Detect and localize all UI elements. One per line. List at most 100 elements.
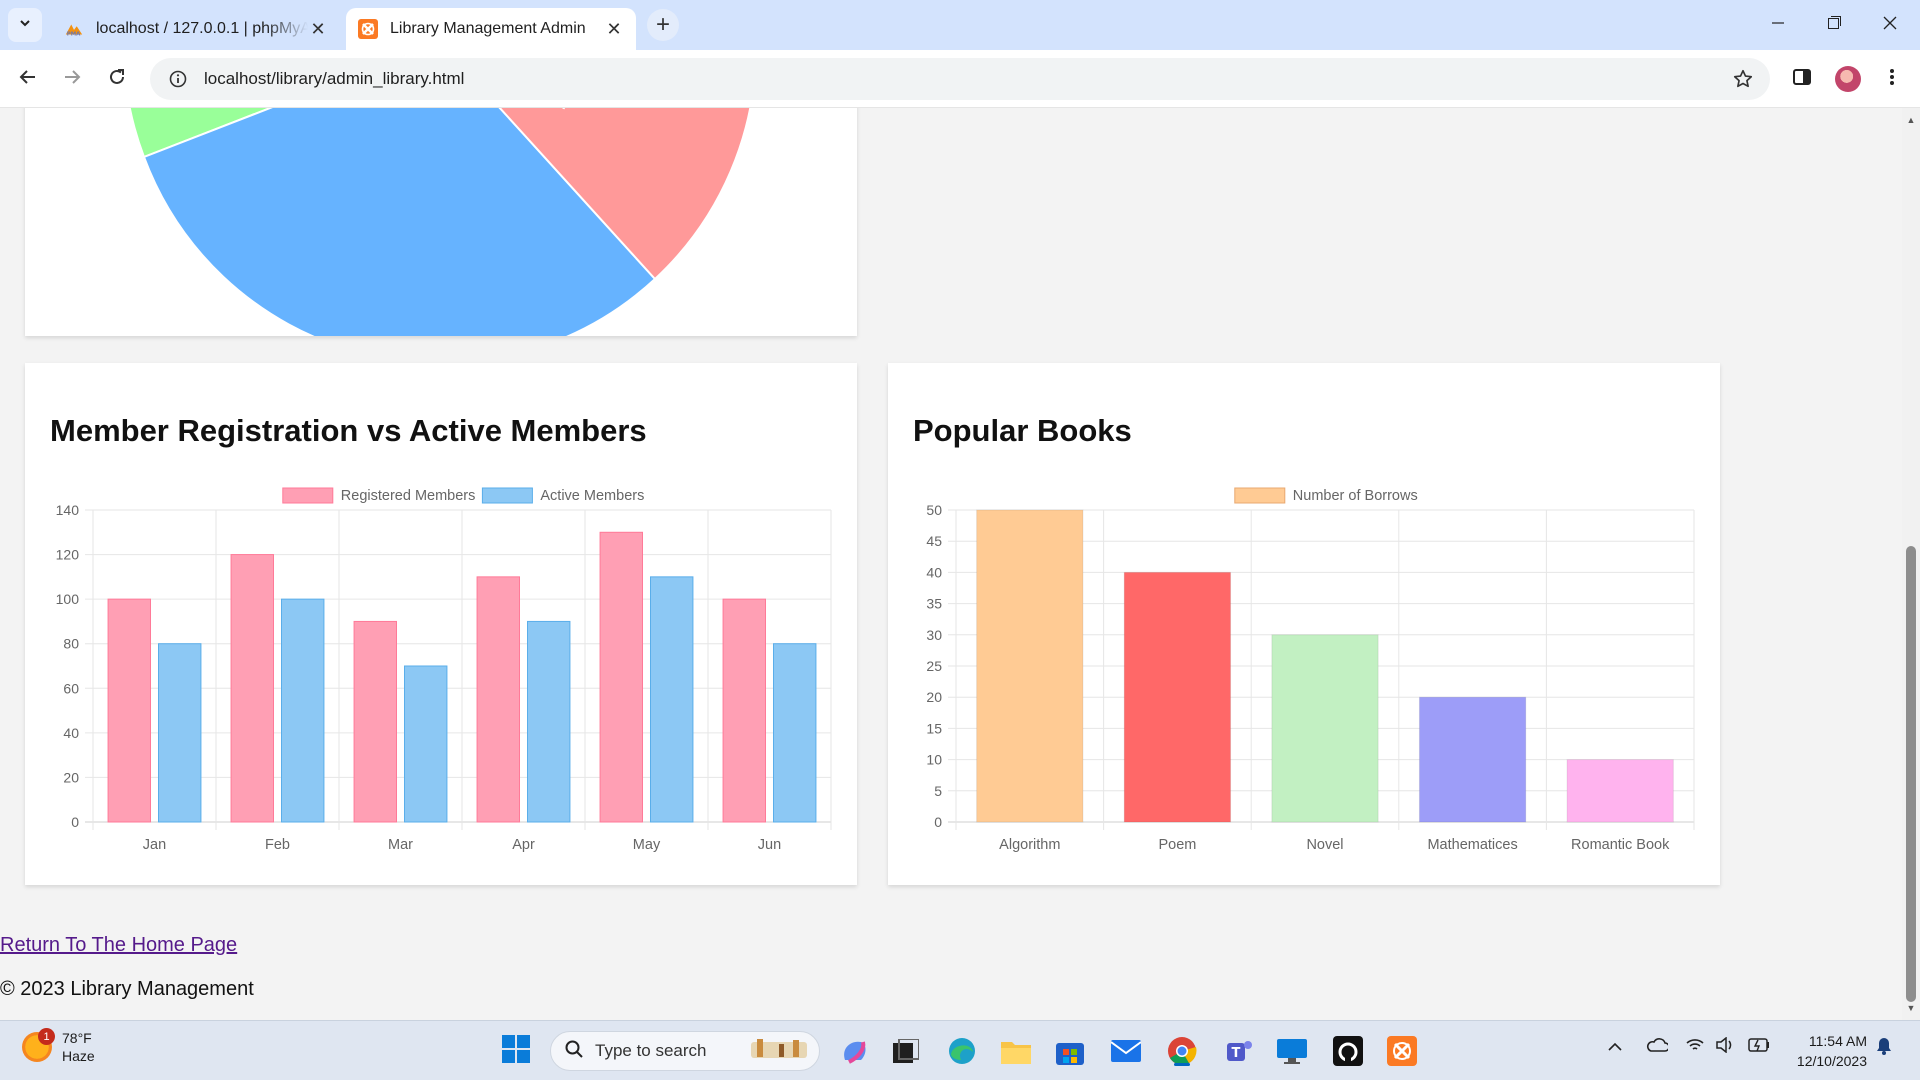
legend-swatch — [481, 487, 533, 504]
browser-menu-button[interactable] — [1874, 61, 1910, 97]
wifi-icon[interactable] — [1686, 1037, 1704, 1056]
microsoft-store-icon[interactable] — [1052, 1033, 1088, 1069]
show-hidden-icons-chevron-icon[interactable] — [1608, 1039, 1622, 1055]
avatar — [1835, 66, 1861, 92]
close-tab-icon[interactable]: ✕ — [604, 19, 624, 40]
edge-browser-icon[interactable] — [944, 1033, 980, 1069]
tab-phpmyadmin[interactable]: PMA localhost / 127.0.0.1 | phpMyAdmin ✕ — [52, 8, 340, 50]
books-chart-card: Popular Books Number of Borrows 0 5 10 15 20 2… — [888, 363, 1720, 885]
taskbar-search-box[interactable]: Type to search — [550, 1031, 820, 1071]
system-clock[interactable]: 11:54 AM 12/10/2023 — [1775, 1031, 1867, 1071]
new-tab-button[interactable]: + — [647, 9, 679, 41]
copilot-app-icon[interactable] — [836, 1033, 872, 1069]
restore-button[interactable] — [1806, 0, 1862, 50]
y-tick-label: 0 — [71, 814, 79, 830]
pie-chart-card — [25, 108, 857, 336]
onedrive-cloud-icon[interactable] — [1646, 1037, 1670, 1056]
bookmark-star-icon[interactable] — [1732, 68, 1754, 95]
legend-swatch — [1234, 487, 1286, 504]
back-button[interactable] — [10, 61, 46, 97]
notification-badge: 1 — [38, 1028, 55, 1045]
arrow-left-icon — [19, 68, 37, 91]
copyright-text: © 2023 Library Management — [0, 978, 254, 1000]
close-icon — [1883, 16, 1897, 35]
reload-button[interactable] — [99, 61, 135, 97]
profile-button[interactable] — [1830, 61, 1866, 97]
clock-time: 11:54 AM — [1808, 1033, 1867, 1049]
legend-swatch — [282, 487, 334, 504]
volume-icon[interactable] — [1716, 1036, 1734, 1056]
notification-bell-icon[interactable] — [1876, 1037, 1892, 1058]
x-tick-label: Mar — [388, 837, 413, 853]
minimize-button[interactable] — [1750, 0, 1806, 50]
plus-icon: + — [655, 11, 670, 38]
bar — [976, 509, 1084, 823]
home-page-link[interactable]: Return To The Home Page — [0, 934, 237, 957]
browser-toolbar: localhost/library/admin_library.html — [0, 50, 1920, 108]
github-desktop-icon[interactable] — [1330, 1033, 1366, 1069]
teams-icon[interactable]: T — [1220, 1033, 1256, 1069]
bar — [773, 643, 817, 823]
address-bar[interactable]: localhost/library/admin_library.html — [150, 58, 1770, 100]
search-icon — [565, 1040, 583, 1063]
x-tick-label: Algorithm — [999, 837, 1060, 853]
bar — [107, 598, 151, 823]
y-tick-label: 35 — [926, 596, 942, 612]
mail-icon[interactable] — [1108, 1033, 1144, 1069]
chrome-app-icon[interactable] — [1164, 1033, 1200, 1069]
y-tick-label: 20 — [926, 689, 942, 705]
bar — [1123, 571, 1232, 823]
x-tick-label: Feb — [265, 837, 290, 853]
arrow-right-icon — [63, 68, 81, 91]
windows-taskbar: 1 78°F Haze Type to search T 11:54 AM 12… — [0, 1020, 1920, 1080]
scroll-down-arrow-icon[interactable]: ▼ — [1902, 1000, 1920, 1016]
site-info-icon[interactable] — [158, 70, 198, 88]
start-button[interactable] — [498, 1033, 534, 1069]
tab-title: Library Management Admin — [390, 20, 586, 37]
y-tick-label: 140 — [56, 502, 80, 518]
y-tick-label: 20 — [63, 769, 79, 785]
x-tick-label: Poem — [1158, 837, 1196, 853]
y-tick-label: 30 — [926, 627, 942, 643]
x-tick-label: Jan — [143, 837, 166, 853]
bar — [1566, 759, 1674, 823]
scrollbar-thumb[interactable] — [1906, 546, 1916, 1002]
close-tab-icon[interactable]: ✕ — [308, 19, 328, 40]
weather-sun-icon: 1 — [22, 1028, 55, 1062]
battery-icon[interactable] — [1748, 1038, 1770, 1055]
minimize-icon — [1772, 16, 1784, 34]
tab-search-button[interactable] — [8, 8, 42, 42]
members-chart-card: Member Registration vs Active Members Re… — [25, 363, 857, 885]
legend-label: Active Members — [540, 488, 644, 504]
bar — [353, 620, 398, 823]
side-panel-button[interactable] — [1784, 61, 1820, 97]
bar — [404, 665, 448, 823]
scroll-up-arrow-icon[interactable]: ▲ — [1902, 112, 1920, 128]
page-viewport: Member Registration vs Active Members Re… — [0, 108, 1902, 1020]
bar — [281, 598, 325, 823]
weather-widget[interactable]: 1 78°F Haze — [22, 1028, 95, 1065]
chevron-down-icon — [18, 16, 32, 35]
xampp-taskbar-icon[interactable] — [1384, 1033, 1420, 1069]
search-highlight-icon — [749, 1036, 809, 1067]
remote-desktop-icon[interactable] — [1274, 1033, 1310, 1069]
tab-title: localhost / 127.0.0.1 | phpMyAdmin — [96, 20, 308, 37]
weather-temp: 78°F — [62, 1030, 92, 1046]
xampp-icon — [358, 19, 378, 39]
task-view-icon[interactable] — [888, 1033, 924, 1069]
bar — [1418, 696, 1527, 823]
close-window-button[interactable] — [1862, 0, 1918, 50]
x-tick-label: Novel — [1306, 837, 1343, 853]
bar — [230, 554, 275, 823]
y-tick-label: 15 — [926, 720, 942, 736]
forward-button[interactable] — [54, 61, 90, 97]
y-tick-label: 40 — [926, 564, 942, 580]
legend-label: Registered Members — [341, 488, 476, 504]
reload-icon — [108, 68, 126, 91]
page-scrollbar[interactable]: ▲ ▼ — [1902, 108, 1920, 1020]
svg-text:PMA: PMA — [67, 31, 81, 37]
url-text[interactable]: localhost/library/admin_library.html — [204, 69, 464, 89]
bar — [158, 643, 202, 823]
tab-library-admin[interactable]: Library Management Admin ✕ — [346, 8, 636, 50]
file-explorer-icon[interactable] — [998, 1033, 1034, 1069]
